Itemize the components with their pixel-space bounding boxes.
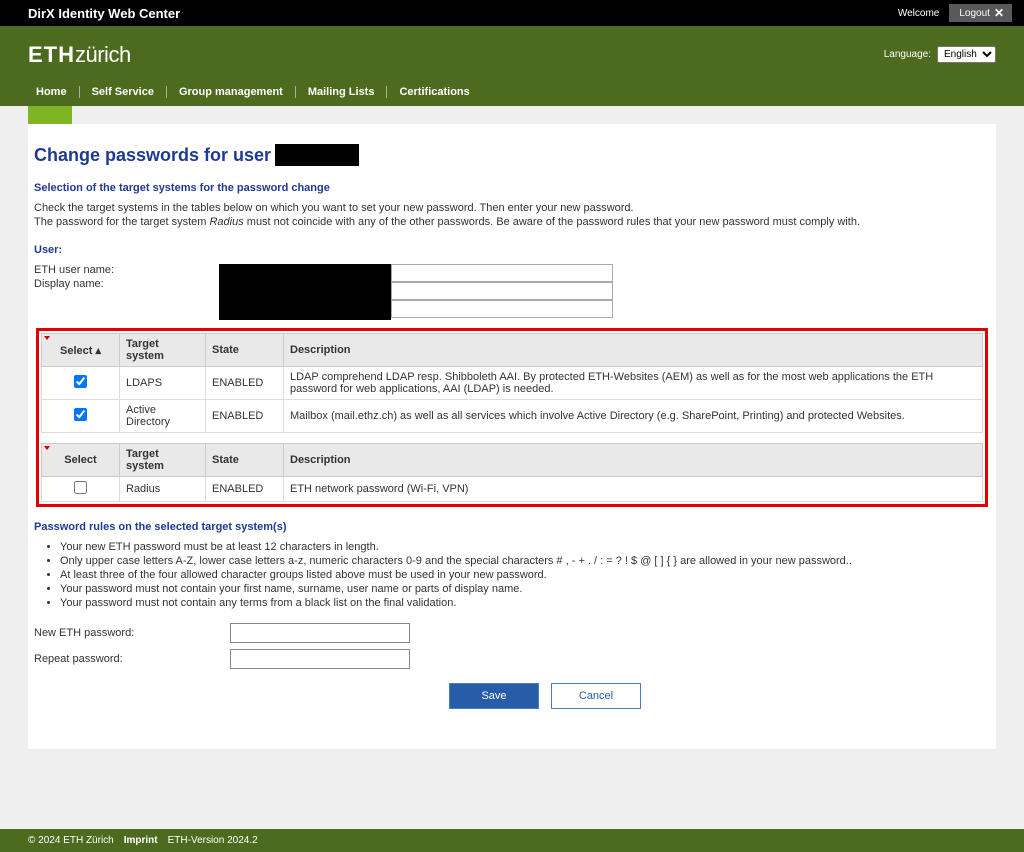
col-description[interactable]: Description [284,334,983,367]
col-state[interactable]: State [206,334,284,367]
language-label: Language: [884,49,931,60]
instruction-1: Check the target systems in the tables b… [34,202,990,214]
rule-item: Your new ETH password must be at least 1… [60,541,990,553]
checkbox-radius[interactable] [74,481,87,494]
nav-home[interactable]: Home [28,86,80,98]
save-button[interactable]: Save [449,683,539,709]
cancel-button[interactable]: Cancel [551,683,641,709]
eth-logo: ETHzürich [28,42,131,68]
rules-list: Your new ETH password must be at least 1… [60,541,990,609]
welcome-text: Welcome [898,8,940,19]
table-row: Active Directory ENABLED Mailbox (mail.e… [42,400,983,433]
checkbox-ldaps[interactable] [74,375,87,388]
repeat-password-input[interactable] [230,649,410,669]
main-nav: Home Self Service Group management Maili… [28,86,996,106]
footer-copyright: © 2024 ETH Zürich [28,835,114,846]
label-display-name: Display name: [34,278,219,290]
table-row: LDAPS ENABLED LDAP comprehend LDAP resp.… [42,367,983,400]
rule-item: At least three of the four allowed chara… [60,569,990,581]
nav-group-management[interactable]: Group management [167,86,296,98]
close-icon: ✕ [994,6,1004,20]
col-select[interactable]: Select ▴ [42,334,120,367]
nav-certifications[interactable]: Certifications [387,86,481,98]
col-description-2[interactable]: Description [284,444,983,477]
footer: © 2024 ETH Zürich Imprint ETH-Version 20… [0,829,1024,852]
rule-item: Your password must not contain your firs… [60,583,990,595]
instruction-2: The password for the target system Radiu… [34,216,990,228]
app-title: DirX Identity Web Center [28,6,180,21]
col-state-2[interactable]: State [206,444,284,477]
target-systems-box: Select ▴ Target system State Description… [36,328,988,507]
display-name-field[interactable] [391,282,613,300]
footer-version: ETH-Version 2024.2 [168,835,258,846]
logout-label: Logout [959,8,990,19]
eth-user-name-field[interactable] [391,264,613,282]
target-systems-table-2: Select Target system State Description R… [41,443,983,502]
top-bar: DirX Identity Web Center Welcome Logout … [0,0,1024,26]
rule-item: Only upper case letters A-Z, lower case … [60,555,990,567]
language-select[interactable]: English [937,46,996,63]
col-target-2[interactable]: Target system [120,444,206,477]
main-content: Change passwords for user Selection of t… [28,124,996,749]
footer-imprint[interactable]: Imprint [124,835,158,846]
label-repeat-password: Repeat password: [34,653,230,665]
col-target[interactable]: Target system [120,334,206,367]
language-selector: Language: English [884,46,996,63]
redacted-user-values [219,264,391,320]
logout-button[interactable]: Logout ✕ [949,4,1012,22]
redacted-username [275,144,359,166]
nav-self-service[interactable]: Self Service [80,86,167,98]
checkbox-active-directory[interactable] [74,408,87,421]
page-title: Change passwords for user [34,144,990,166]
table-row: Radius ENABLED ETH network password (Wi-… [42,477,983,502]
user-heading: User: [34,244,990,256]
label-new-password: New ETH password: [34,627,230,639]
target-systems-table-1: Select ▴ Target system State Description… [41,333,983,433]
section-selection-heading: Selection of the target systems for the … [34,182,990,194]
active-tab-indicator [28,106,72,124]
rules-heading: Password rules on the selected target sy… [34,521,990,533]
header-bar: ETHzürich Language: English Home Self Se… [0,26,1024,106]
new-password-input[interactable] [230,623,410,643]
description-field[interactable] [391,300,613,318]
col-select-2[interactable]: Select [42,444,120,477]
label-eth-user-name: ETH user name: [34,264,219,276]
rule-item: Your password must not contain any terms… [60,597,990,609]
nav-mailing-lists[interactable]: Mailing Lists [296,86,388,98]
